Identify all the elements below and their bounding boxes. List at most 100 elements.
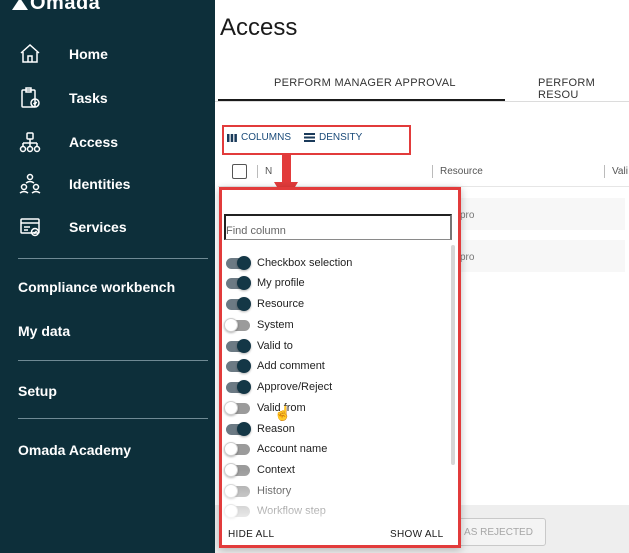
sidebar-item-label: Identities (69, 176, 131, 192)
column-toggle-row[interactable]: Add comment (226, 357, 325, 375)
sidebar-item-identities[interactable]: Identities (0, 166, 215, 202)
toggle-knob (224, 400, 238, 415)
toggle-knob (224, 441, 238, 456)
annotation-arrow-shaft (282, 153, 291, 183)
sidebar-item-omada-academy[interactable]: Omada Academy (18, 442, 131, 458)
omada-logo[interactable]: Omada (12, 0, 100, 15)
page-title: Access (220, 14, 298, 41)
column-toggle-label: Approve/Reject (257, 381, 333, 393)
column-toggle-row[interactable]: History (224, 482, 292, 500)
row-fragment: pro (460, 210, 475, 221)
tab-divider (215, 101, 629, 102)
sidebar-item-home[interactable]: Home (0, 36, 215, 72)
toggle-switch[interactable] (226, 255, 251, 270)
toggle-knob (224, 317, 238, 332)
density-icon (304, 133, 315, 142)
toggle-knob (237, 296, 251, 311)
toggle-switch[interactable] (224, 441, 250, 456)
column-toggle-label: Checkbox selection (257, 257, 353, 269)
toggle-switch[interactable] (226, 379, 251, 394)
hand-cursor-icon: ☝ (274, 405, 292, 421)
sidebar-item-compliance-workbench[interactable]: Compliance workbench (18, 279, 175, 295)
toggle-knob (224, 462, 238, 477)
column-toggle-row[interactable]: Account name (224, 440, 328, 458)
sidebar-divider (18, 258, 208, 259)
column-toggle-label: Add comment (257, 360, 325, 372)
column-toggle-row[interactable]: Context (224, 461, 295, 479)
sidebar-item-label: Services (69, 219, 127, 235)
access-tree-icon (19, 132, 41, 153)
find-column-input[interactable] (224, 214, 452, 240)
column-toggle-label: Account name (257, 443, 328, 455)
sidebar: Omada Home Tasks Access Identities Servi… (0, 0, 215, 553)
column-toggle-row[interactable]: Approve/Reject (226, 378, 332, 396)
column-toggle-row[interactable]: Valid to (226, 337, 293, 355)
column-toggle-row[interactable]: Reason (226, 420, 295, 438)
toggle-switch[interactable] (224, 503, 250, 518)
columns-button[interactable]: COLUMNS (227, 132, 291, 143)
toggle-knob (237, 358, 251, 373)
sidebar-item-label: Home (69, 46, 108, 62)
column-toggle-label: My profile (257, 277, 305, 289)
column-toggle-row[interactable]: Valid from (224, 399, 306, 417)
toggle-switch[interactable] (226, 296, 251, 311)
hide-all-button[interactable]: HIDE ALL (228, 529, 274, 540)
toggle-switch[interactable] (226, 358, 251, 373)
column-toggle-row[interactable]: Workflow step (224, 502, 326, 520)
column-toggle-row[interactable]: Checkbox selection (226, 254, 352, 272)
people-icon (19, 173, 41, 194)
row-fragment: pro (460, 252, 475, 263)
density-button[interactable]: DENSITY (304, 132, 362, 143)
sidebar-item-access[interactable]: Access (0, 124, 215, 160)
toggle-knob (237, 379, 251, 394)
column-toggle-row[interactable]: My profile (226, 274, 305, 292)
density-label: DENSITY (319, 132, 363, 143)
sidebar-divider (18, 418, 208, 419)
column-toggle-label: Reason (257, 423, 295, 435)
toggle-switch[interactable] (226, 338, 251, 353)
toggle-knob (224, 503, 238, 518)
mark-as-rejected-button[interactable]: AS REJECTED (451, 518, 546, 546)
column-toggle-label: Resource (257, 298, 305, 310)
toggle-knob (237, 338, 251, 353)
table-row[interactable] (455, 240, 625, 272)
select-all-checkbox[interactable] (232, 164, 247, 179)
sidebar-item-services[interactable]: Services (0, 209, 215, 245)
toggle-switch[interactable] (224, 483, 250, 498)
sidebar-item-tasks[interactable]: Tasks (0, 80, 215, 116)
sidebar-item-label: Tasks (69, 90, 108, 106)
logo-mark-icon (12, 0, 28, 10)
column-separator (604, 165, 605, 178)
column-toggle-label: System (257, 319, 294, 331)
column-toggle-label: Context (257, 464, 295, 476)
column-header-1[interactable]: N (265, 166, 272, 177)
column-toggle-label: Workflow step (257, 505, 326, 517)
toggle-switch[interactable] (226, 275, 251, 290)
toggle-switch[interactable] (224, 400, 250, 415)
toggle-knob (224, 483, 238, 498)
show-all-button[interactable]: SHOW ALL (390, 529, 444, 540)
column-header-valid[interactable]: Vali (612, 166, 628, 177)
toggle-knob (237, 275, 251, 290)
toggle-switch[interactable] (224, 317, 250, 332)
toggle-switch[interactable] (226, 421, 251, 436)
sidebar-item-label: Access (69, 134, 119, 150)
sidebar-item-setup[interactable]: Setup (18, 383, 57, 399)
clipboard-icon (21, 87, 40, 108)
column-separator (432, 165, 433, 178)
column-toggle-row[interactable]: System (224, 316, 294, 334)
table-row[interactable] (455, 198, 625, 230)
column-toggle-label: History (257, 485, 292, 497)
toggle-switch[interactable] (224, 462, 250, 477)
services-icon (20, 218, 40, 237)
sidebar-item-my-data[interactable]: My data (18, 323, 70, 339)
column-header-resource[interactable]: Resource (440, 166, 483, 177)
column-separator (257, 165, 258, 178)
toggle-knob (237, 255, 251, 270)
tab-perform-manager-approval[interactable]: PERFORM MANAGER APPROVAL (274, 77, 456, 89)
column-toggle-label: Valid to (257, 340, 293, 352)
home-icon (20, 43, 40, 63)
panel-scrollbar[interactable] (451, 245, 455, 465)
tab-perform-resource[interactable]: PERFORM RESOU (538, 77, 629, 101)
column-toggle-row[interactable]: Resource (226, 295, 304, 313)
